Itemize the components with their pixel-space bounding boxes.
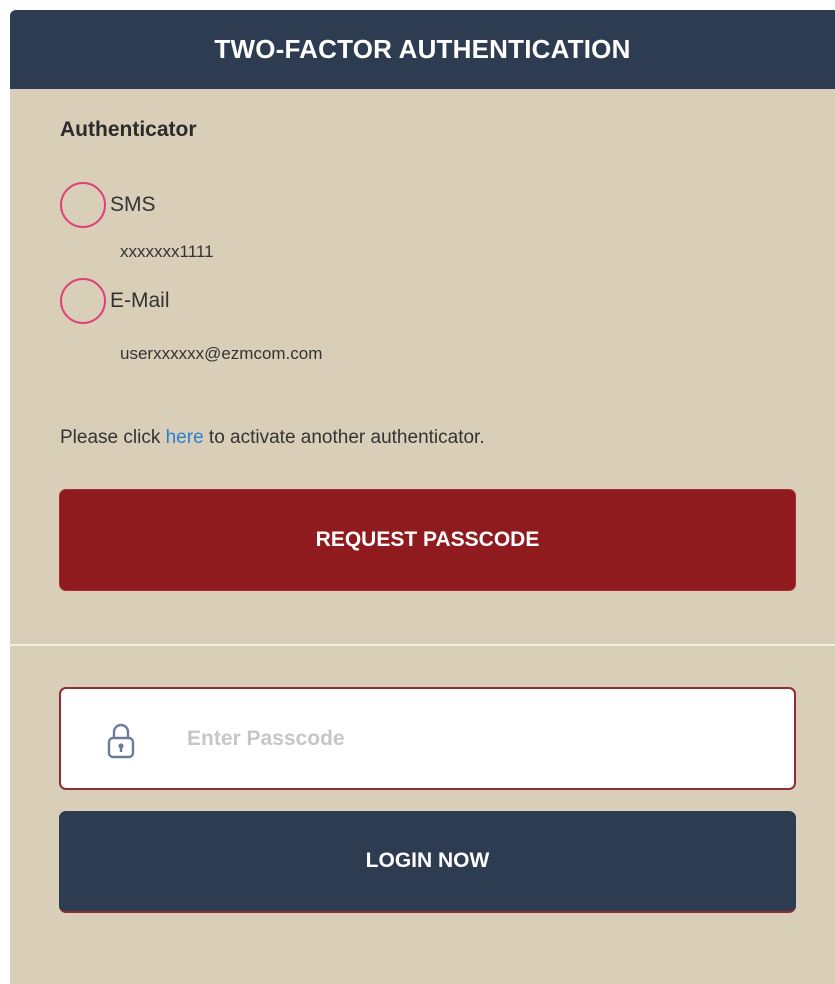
request-passcode-button[interactable]: REQUEST PASSCODE (59, 489, 796, 591)
radio-option-sms[interactable]: SMS (60, 180, 156, 230)
hint-text-before: Please click (60, 427, 166, 448)
email-address: userxxxxxx@ezmcom.com (120, 344, 323, 363)
email-radio-button[interactable] (60, 278, 106, 324)
sms-radio-label[interactable]: SMS (110, 193, 156, 217)
panel-header: TWO-FACTOR AUTHENTICATION (10, 10, 835, 89)
login-now-button[interactable]: LOGIN NOW (59, 811, 796, 913)
two-factor-panel: TWO-FACTOR AUTHENTICATION Authenticator … (10, 10, 835, 984)
hint-text-after: to activate another authenticator. (203, 427, 485, 448)
lock-icon (107, 723, 135, 758)
activate-authenticator-link[interactable]: here (166, 427, 204, 448)
sms-radio-button[interactable] (60, 182, 106, 228)
passcode-input[interactable] (185, 725, 749, 752)
login-now-label: LOGIN NOW (365, 849, 490, 872)
page-title: TWO-FACTOR AUTHENTICATION (214, 34, 631, 64)
authenticator-heading: Authenticator (60, 118, 197, 141)
email-radio-label[interactable]: E-Mail (110, 289, 170, 313)
section-divider (10, 644, 835, 646)
request-passcode-label: REQUEST PASSCODE (315, 528, 540, 551)
radio-option-email[interactable]: E-Mail (60, 276, 170, 326)
activate-hint: Please click here to activate another au… (60, 427, 485, 449)
passcode-field[interactable] (59, 687, 796, 790)
sms-number: xxxxxxx1111 (120, 242, 214, 261)
